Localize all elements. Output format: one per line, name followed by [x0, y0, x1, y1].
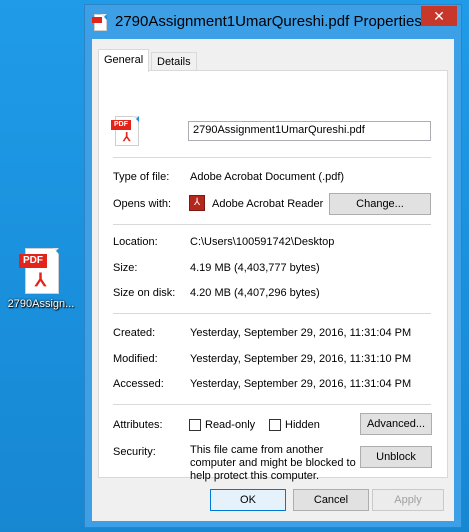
- modified-label: Modified:: [113, 353, 158, 365]
- close-button[interactable]: ✕: [421, 6, 457, 26]
- acrobat-logo-icon: ⅄: [35, 270, 46, 290]
- file-type-icon: PDF ⅄: [111, 116, 141, 148]
- tab-general[interactable]: General: [98, 49, 150, 72]
- accessed-label: Accessed:: [113, 378, 164, 390]
- created-value: Yesterday, September 29, 2016, 11:31:04 …: [190, 327, 412, 339]
- security-message: This file came from another computer and…: [190, 444, 356, 482]
- security-label: Security:: [113, 446, 156, 458]
- change-button[interactable]: Change...: [329, 193, 431, 215]
- cancel-button[interactable]: Cancel: [293, 489, 369, 511]
- tab-details[interactable]: Details: [151, 52, 197, 71]
- attributes-label: Attributes:: [113, 419, 163, 431]
- type-label: Type of file:: [113, 171, 170, 183]
- window-title: 2790Assignment1UmarQureshi.pdf Propertie…: [115, 13, 422, 30]
- general-panel: PDF ⅄ 2790Assignment1UmarQureshi.pdf Typ…: [98, 70, 448, 482]
- separator: [113, 313, 431, 314]
- apply-button[interactable]: Apply: [372, 489, 444, 511]
- pdf-title-icon: [92, 14, 108, 32]
- separator: [113, 404, 431, 405]
- opens-with-value: Adobe Acrobat Reader: [212, 198, 324, 210]
- pdf-file-icon: PDF ⅄: [19, 248, 63, 296]
- title-bar[interactable]: 2790Assignment1UmarQureshi.pdf Propertie…: [85, 5, 461, 39]
- location-value: C:\Users\100591742\Desktop: [190, 236, 335, 248]
- accessed-value: Yesterday, September 29, 2016, 11:31:04 …: [190, 378, 412, 390]
- read-only-label[interactable]: Read-only: [205, 419, 255, 431]
- created-label: Created:: [113, 327, 156, 339]
- modified-value: Yesterday, September 29, 2016, 11:31:10 …: [190, 353, 412, 365]
- size-value: 4.19 MB (4,403,777 bytes): [190, 262, 320, 274]
- pdf-badge: PDF: [19, 254, 47, 268]
- desktop-file-label: 2790Assign...: [7, 298, 75, 310]
- size-on-disk-label: Size on disk:: [113, 287, 176, 299]
- size-on-disk-value: 4.20 MB (4,407,296 bytes): [190, 287, 320, 299]
- properties-window: 2790Assignment1UmarQureshi.pdf Propertie…: [84, 4, 462, 528]
- ok-button[interactable]: OK: [210, 489, 286, 511]
- location-label: Location:: [113, 236, 158, 248]
- type-value: Adobe Acrobat Document (.pdf): [190, 171, 345, 183]
- dialog-client: General Details PDF ⅄ 2790Assignment1Uma…: [92, 39, 454, 521]
- hidden-checkbox[interactable]: [269, 419, 281, 431]
- opens-with-label: Opens with:: [113, 198, 172, 210]
- desktop-file-icon[interactable]: PDF ⅄ 2790Assign...: [4, 248, 78, 310]
- acrobat-reader-icon: ⅄: [189, 195, 205, 211]
- separator: [113, 224, 431, 225]
- file-name-field[interactable]: 2790Assignment1UmarQureshi.pdf: [188, 121, 431, 141]
- hidden-label[interactable]: Hidden: [285, 419, 320, 431]
- read-only-checkbox[interactable]: [189, 419, 201, 431]
- advanced-button[interactable]: Advanced...: [360, 413, 432, 435]
- separator: [113, 157, 431, 158]
- unblock-button[interactable]: Unblock: [360, 446, 432, 468]
- size-label: Size:: [113, 262, 138, 274]
